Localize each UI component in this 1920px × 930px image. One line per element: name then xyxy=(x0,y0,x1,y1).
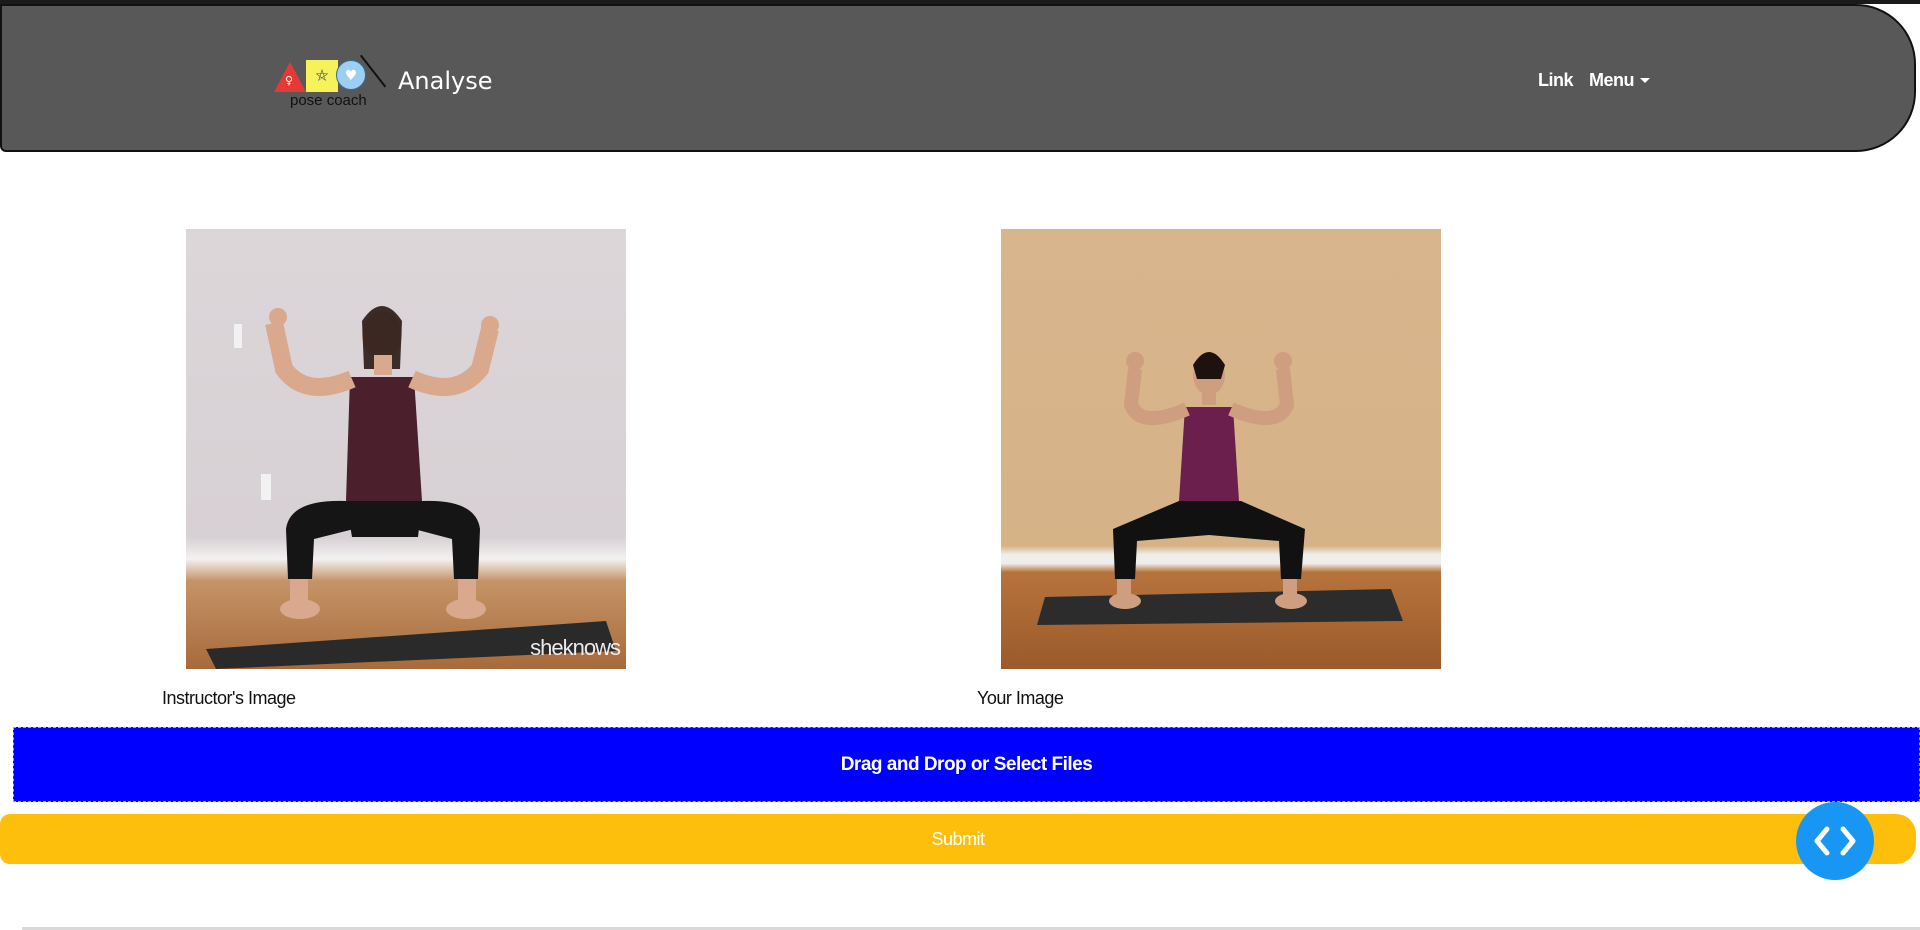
logo-circle-icon: ♥ xyxy=(336,60,366,90)
instructor-image-caption: Instructor's Image xyxy=(162,688,296,708)
instructor-pose-illustration xyxy=(206,306,616,669)
instructor-image: sheknows xyxy=(186,229,626,669)
logo-square-icon: ⛤ xyxy=(306,60,338,92)
dropzone-label: Drag and Drop or Select Files xyxy=(840,753,1093,775)
image-watermark: sheknows xyxy=(530,635,621,660)
file-dropzone[interactable]: Drag and Drop or Select Files xyxy=(13,727,1920,802)
menu-dropdown[interactable]: Menu xyxy=(1589,70,1651,91)
logo-caption: pose coach xyxy=(290,92,367,109)
code-brackets-icon xyxy=(1814,826,1856,856)
menu-dropdown-label: Menu xyxy=(1589,70,1635,90)
nav-link[interactable]: Link xyxy=(1538,70,1574,91)
instructor-figure: sheknows xyxy=(186,229,626,669)
user-figure xyxy=(1001,229,1441,669)
brand[interactable]: ♀ ⛤ ♥ pose coach Analyse xyxy=(272,54,492,110)
user-image-caption: Your Image xyxy=(977,688,1064,708)
caret-down-icon xyxy=(1640,78,1651,83)
code-toggle-button[interactable] xyxy=(1796,802,1874,880)
user-pose-illustration xyxy=(1037,352,1403,625)
nav-links: Link Menu xyxy=(1538,70,1651,91)
submit-button-label: Submit xyxy=(931,828,985,849)
user-image xyxy=(1001,229,1441,669)
navbar: ♀ ⛤ ♥ pose coach Analyse Link Menu xyxy=(0,4,1916,152)
logo-figure-icon: ♀ xyxy=(285,74,294,87)
pose-coach-logo[interactable]: ♀ ⛤ ♥ pose coach xyxy=(272,54,388,110)
brand-title[interactable]: Analyse xyxy=(398,67,492,95)
submit-button[interactable]: Submit xyxy=(0,814,1916,864)
